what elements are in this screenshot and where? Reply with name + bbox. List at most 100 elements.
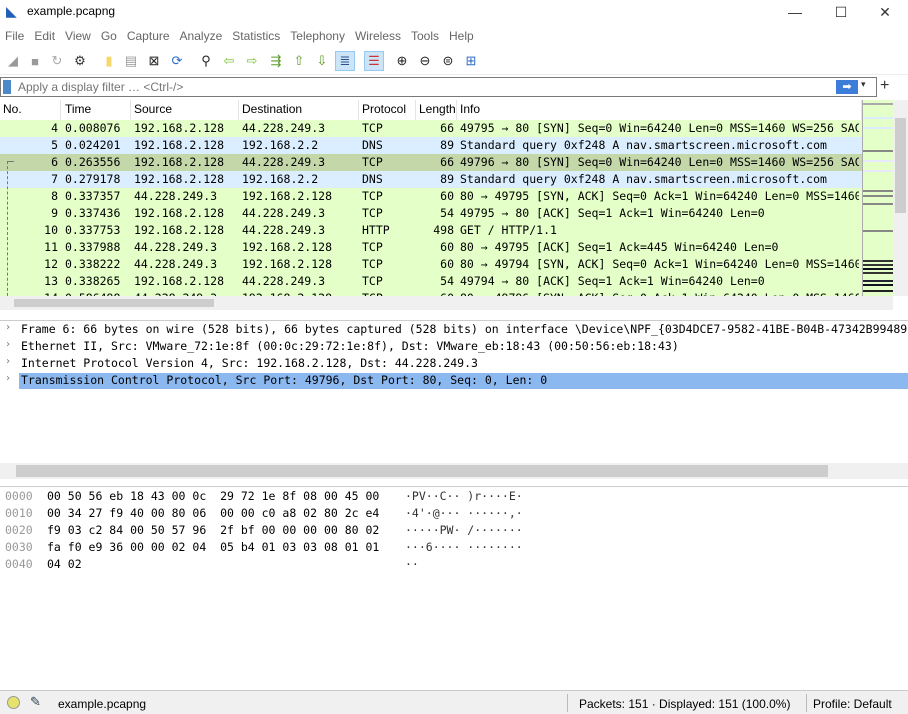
packet-cell-destination: 192.168.2.128 <box>242 189 333 203</box>
column-header-source[interactable]: Source <box>131 100 239 120</box>
packet-row[interactable]: 11 0.337988 44.228.249.3 192.168.2.128 TCP 60… <box>0 239 862 256</box>
menu-wireless[interactable]: Wireless <box>350 26 406 43</box>
expand-arrow-icon[interactable]: › <box>5 356 11 367</box>
column-header-protocol[interactable]: Protocol <box>359 100 416 120</box>
menu-statistics[interactable]: Statistics <box>227 26 285 43</box>
maximize-button[interactable]: ☐ <box>818 0 864 25</box>
packet-list-hscrollbar[interactable] <box>0 296 893 310</box>
packet-row[interactable]: 6 0.263556 192.168.2.128 44.228.249.3 TCP 66 4… <box>0 154 862 171</box>
packet-row[interactable]: 4 0.008076 192.168.2.128 44.228.249.3 TCP 66 4… <box>0 120 862 137</box>
status-profile[interactable]: Profile: Default <box>813 697 892 711</box>
packet-row[interactable]: 5 0.024201 192.168.2.128 192.168.2.2 DNS 89 St… <box>0 137 862 154</box>
capture-options-icon[interactable]: ⚙ <box>70 51 90 71</box>
packet-cell-info: 49795 → 80 [ACK] Seq=1 Ack=1 Win=64240 L… <box>460 206 765 220</box>
packet-row[interactable]: 7 0.279178 192.168.2.128 192.168.2.2 DNS 89 St… <box>0 171 862 188</box>
column-header-info[interactable]: Info <box>457 100 862 120</box>
minimap-stripe <box>863 203 893 205</box>
close-file-icon[interactable]: ⊠ <box>144 51 164 71</box>
detail-tree-item[interactable]: › Ethernet II, Src: VMware_72:1e:8f (00:0… <box>0 338 908 355</box>
packet-cell-length: 66 <box>440 121 454 135</box>
packet-cell-source: 44.228.249.3 <box>134 189 218 203</box>
hex-ascii[interactable]: ···6···· ········ <box>405 540 523 554</box>
first-packet-icon[interactable]: ⇧ <box>289 51 309 71</box>
menu-edit[interactable]: Edit <box>29 26 60 43</box>
go-forward-icon[interactable]: ⇨ <box>242 51 262 71</box>
packet-cell-info: 49794 → 80 [ACK] Seq=1 Ack=1 Win=64240 L… <box>460 274 765 288</box>
column-header-no[interactable]: No. <box>0 100 61 120</box>
menu-telephony[interactable]: Telephony <box>285 26 350 43</box>
expand-arrow-icon[interactable]: › <box>5 322 11 333</box>
column-header-destination[interactable]: Destination <box>239 100 359 120</box>
hex-bytes[interactable]: 00 34 27 f9 40 00 80 06 00 00 c0 a8 02 8… <box>47 506 379 520</box>
filter-dropdown-icon[interactable]: ▾ <box>861 79 866 90</box>
expert-info-icon[interactable] <box>7 696 20 709</box>
detail-tree-item[interactable]: › Internet Protocol Version 4, Src: 192.1… <box>0 355 908 372</box>
hex-ascii[interactable]: ·PV··C·· )r····E· <box>405 489 523 503</box>
detail-tree-item[interactable]: › Transmission Control Protocol, Src Port… <box>0 372 908 389</box>
stop-icon[interactable]: ■ <box>25 51 45 71</box>
open-file-icon[interactable]: ▮ <box>99 51 119 71</box>
last-packet-icon[interactable]: ⇩ <box>312 51 332 71</box>
close-button[interactable]: ✕ <box>862 0 908 25</box>
packet-cell-time: 0.337988 <box>65 240 121 254</box>
packet-cell-destination: 44.228.249.3 <box>242 206 326 220</box>
details-hscrollbar[interactable] <box>0 463 908 479</box>
packet-row[interactable]: 8 0.337357 44.228.249.3 192.168.2.128 TCP 60 8… <box>0 188 862 205</box>
go-to-packet-icon[interactable]: ⇶ <box>266 51 286 71</box>
find-packet-icon[interactable]: ⚲ <box>196 51 216 71</box>
go-back-icon[interactable]: ⇦ <box>219 51 239 71</box>
column-header-time[interactable]: Time <box>62 100 131 120</box>
hex-bytes[interactable]: fa f0 e9 36 00 00 02 04 05 b4 01 03 03 0… <box>47 540 379 554</box>
status-file-name: example.pcapng <box>58 697 147 711</box>
zoom-out-icon[interactable]: ⊖ <box>415 51 435 71</box>
restart-icon[interactable]: ↻ <box>47 51 67 71</box>
packet-row[interactable]: 13 0.338265 192.168.2.128 44.228.249.3 TCP 54… <box>0 273 862 290</box>
menu-capture[interactable]: Capture <box>122 26 175 43</box>
auto-scroll-icon[interactable]: ≣ <box>335 51 355 71</box>
packet-cell-length: 60 <box>440 257 454 271</box>
minimap-stripe <box>863 280 893 282</box>
packet-cell-time: 0.008076 <box>65 121 121 135</box>
minimap-stripe <box>863 284 893 286</box>
column-header-length[interactable]: Length <box>416 100 457 120</box>
minimap-stripe <box>863 268 893 270</box>
apply-filter-button[interactable]: ➡ <box>836 80 858 94</box>
packet-list: No. Time Source Destination Protocol Length In… <box>0 100 862 296</box>
hex-ascii[interactable]: ·····PW· /······· <box>405 523 523 537</box>
minimize-button[interactable]: — <box>772 0 818 25</box>
hex-ascii[interactable]: ·4'·@··· ······,· <box>405 506 523 520</box>
menu-help[interactable]: Help <box>444 26 479 43</box>
packet-row[interactable]: 12 0.338222 44.228.249.3 192.168.2.128 TCP 60… <box>0 256 862 273</box>
hex-row: 0010 00 34 27 f9 40 00 80 06 00 00 c0 a8 … <box>0 506 908 523</box>
display-filter-input[interactable] <box>18 79 818 95</box>
hex-bytes[interactable]: f9 03 c2 84 00 50 57 96 2f bf 00 00 00 0… <box>47 523 379 537</box>
packet-cell-protocol: TCP <box>362 240 383 254</box>
packet-list-scrollbar[interactable] <box>893 100 908 296</box>
zoom-reset-icon[interactable]: ⊜ <box>438 51 458 71</box>
save-file-icon[interactable]: ▤ <box>121 51 141 71</box>
packet-cell-info: 80 → 49794 [SYN, ACK] Seq=0 Ack=1 Win=64… <box>460 257 859 271</box>
shark-fin-start-icon[interactable]: ◢ <box>3 51 23 71</box>
packet-row[interactable]: 10 0.337753 192.168.2.128 44.228.249.3 HTTP 4… <box>0 222 862 239</box>
hex-bytes[interactable]: 04 02 <box>47 557 82 571</box>
menu-view[interactable]: View <box>60 26 96 43</box>
zoom-in-icon[interactable]: ⊕ <box>392 51 412 71</box>
resize-columns-icon[interactable]: ⊞ <box>461 51 481 71</box>
menu-go[interactable]: Go <box>96 26 122 43</box>
packet-row[interactable]: 9 0.337436 192.168.2.128 44.228.249.3 TCP 54 4… <box>0 205 862 222</box>
packet-details: › Frame 6: 66 bytes on wire (528 bits), 6… <box>0 320 908 460</box>
bookmark-icon[interactable] <box>3 80 11 94</box>
expand-arrow-icon[interactable]: › <box>5 339 11 350</box>
detail-tree-item[interactable]: › Frame 6: 66 bytes on wire (528 bits), 6… <box>0 321 908 338</box>
expand-arrow-icon[interactable]: › <box>5 373 11 384</box>
add-filter-button[interactable]: + <box>880 77 889 95</box>
reload-icon[interactable]: ⟳ <box>167 51 187 71</box>
packet-minimap[interactable] <box>862 100 893 296</box>
colorize-icon[interactable]: ☰ <box>364 51 384 71</box>
hex-bytes[interactable]: 00 50 56 eb 18 43 00 0c 29 72 1e 8f 08 0… <box>47 489 379 503</box>
menu-tools[interactable]: Tools <box>406 26 444 43</box>
capture-comment-icon[interactable]: ✎ <box>30 694 41 710</box>
hex-ascii[interactable]: ·· <box>405 557 419 571</box>
menu-file[interactable]: File <box>0 26 29 43</box>
menu-analyze[interactable]: Analyze <box>175 26 228 43</box>
